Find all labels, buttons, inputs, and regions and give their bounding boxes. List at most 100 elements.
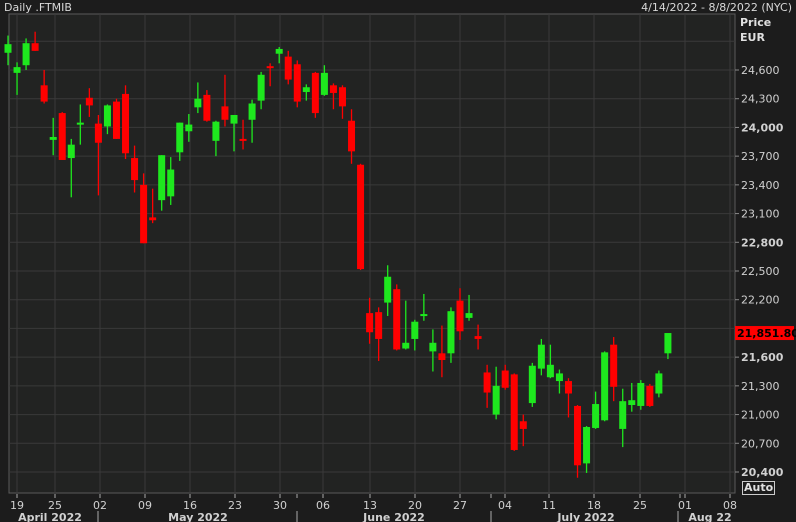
candle-body <box>555 373 563 382</box>
candle-body <box>58 113 66 160</box>
candle-body <box>348 120 356 152</box>
y-tick-label: 24,600 <box>741 64 780 77</box>
candle-body <box>149 217 157 221</box>
candle-body <box>4 44 12 53</box>
candle-body <box>357 164 365 270</box>
candle-body <box>601 352 609 421</box>
candle-body <box>655 373 663 394</box>
candle-body <box>402 342 410 349</box>
y-tick-label: 23,400 <box>741 179 780 192</box>
candle-body <box>284 56 292 80</box>
candle-body <box>122 93 130 154</box>
candle-body <box>76 122 84 125</box>
candle-body <box>194 98 202 108</box>
x-tick-label: 25 <box>633 499 647 512</box>
candle-body <box>13 67 21 73</box>
candle-body <box>411 321 419 339</box>
candle-body <box>619 401 627 429</box>
y-tick-label: 21,300 <box>741 380 780 393</box>
y-tick-label: 22,800 <box>741 236 784 249</box>
candle-body <box>239 138 247 141</box>
candle-body <box>492 385 500 415</box>
candle-body <box>131 158 139 181</box>
candle-body <box>311 72 319 114</box>
y-tick-label: 24,000 <box>741 121 784 134</box>
y-axis: 20,400 20,700 21,000 21,300 21,600 22,200 22,5… <box>735 64 784 479</box>
x-tick-label: 23 <box>228 499 242 512</box>
candle-body <box>257 74 265 101</box>
month-label: June 2022 <box>362 511 425 522</box>
candle-body <box>221 106 229 120</box>
candle-down <box>58 112 66 160</box>
y-tick-label: 24,300 <box>741 93 780 106</box>
candle-body <box>22 43 30 66</box>
candle-down <box>357 163 365 271</box>
y-tick-label: 21,000 <box>741 409 780 422</box>
x-tick-label: 09 <box>138 499 152 512</box>
candle-body <box>176 122 184 153</box>
candle-body <box>67 144 75 159</box>
candle-body <box>429 342 437 352</box>
candle-down <box>393 284 401 351</box>
candle-body <box>275 48 283 54</box>
candle-body <box>564 381 572 394</box>
candle-body <box>366 313 374 333</box>
candle-body <box>393 289 401 350</box>
candle-body <box>592 404 600 428</box>
candle-body <box>338 87 346 107</box>
auto-scale-button[interactable]: Auto <box>742 481 776 495</box>
candle-down <box>311 71 319 118</box>
candle-body <box>537 344 545 369</box>
candle-body <box>94 123 102 143</box>
candle-body <box>583 427 591 464</box>
candle-body <box>248 103 256 120</box>
candle-body <box>329 85 337 93</box>
month-label: April 2022 <box>18 511 82 522</box>
candle-body <box>158 155 166 201</box>
candle-body <box>456 300 464 332</box>
candle-body <box>40 85 48 102</box>
x-tick-label: 02 <box>93 499 107 512</box>
candle-body <box>438 353 446 361</box>
x-tick-label: 11 <box>542 499 556 512</box>
candle-body <box>528 365 536 404</box>
y-tick-label: 20,400 <box>741 466 784 479</box>
candle-body <box>628 400 636 405</box>
month-label: July 2022 <box>556 511 614 522</box>
candle-body <box>375 312 383 339</box>
candle-body <box>510 374 518 450</box>
candle-body <box>103 105 111 127</box>
candle-up <box>601 351 609 422</box>
candle-body <box>203 94 211 121</box>
candle-body <box>474 336 482 339</box>
x-tick-label: 04 <box>498 499 512 512</box>
candle-down <box>646 383 654 407</box>
month-label: May 2022 <box>168 511 228 522</box>
candle-body <box>574 405 582 466</box>
y-tick-label: 20,700 <box>741 437 780 450</box>
candle-body <box>420 314 428 317</box>
x-axis: 19 25 02 09 16 23 30 06 13 20 27 04 11 18 25 01 08April … <box>10 494 737 522</box>
candle-body <box>302 87 310 93</box>
candle-body <box>637 382 645 406</box>
candle-body <box>230 114 238 124</box>
candle-body <box>646 385 654 406</box>
last-price-marker: 21,851.80 <box>735 326 796 341</box>
candle-body <box>31 43 39 51</box>
candle-body <box>112 101 120 139</box>
candle-body <box>465 313 473 318</box>
y-tick-label: 23,700 <box>741 150 780 163</box>
x-tick-label: 27 <box>453 499 467 512</box>
candle-down <box>510 373 518 451</box>
candle-body <box>447 311 455 354</box>
y-tick-label: 23,100 <box>741 208 780 221</box>
candle-body <box>266 66 274 69</box>
candlestick-chart[interactable]: 20,400 20,700 21,000 21,300 21,600 22,200 22,5… <box>0 0 796 522</box>
x-tick-label: 30 <box>273 499 287 512</box>
candle-body <box>501 370 509 388</box>
candle-body <box>140 184 148 244</box>
candle-body <box>483 372 491 393</box>
candle-body <box>320 72 328 95</box>
candle-body <box>546 364 554 378</box>
candle-body <box>185 124 193 132</box>
